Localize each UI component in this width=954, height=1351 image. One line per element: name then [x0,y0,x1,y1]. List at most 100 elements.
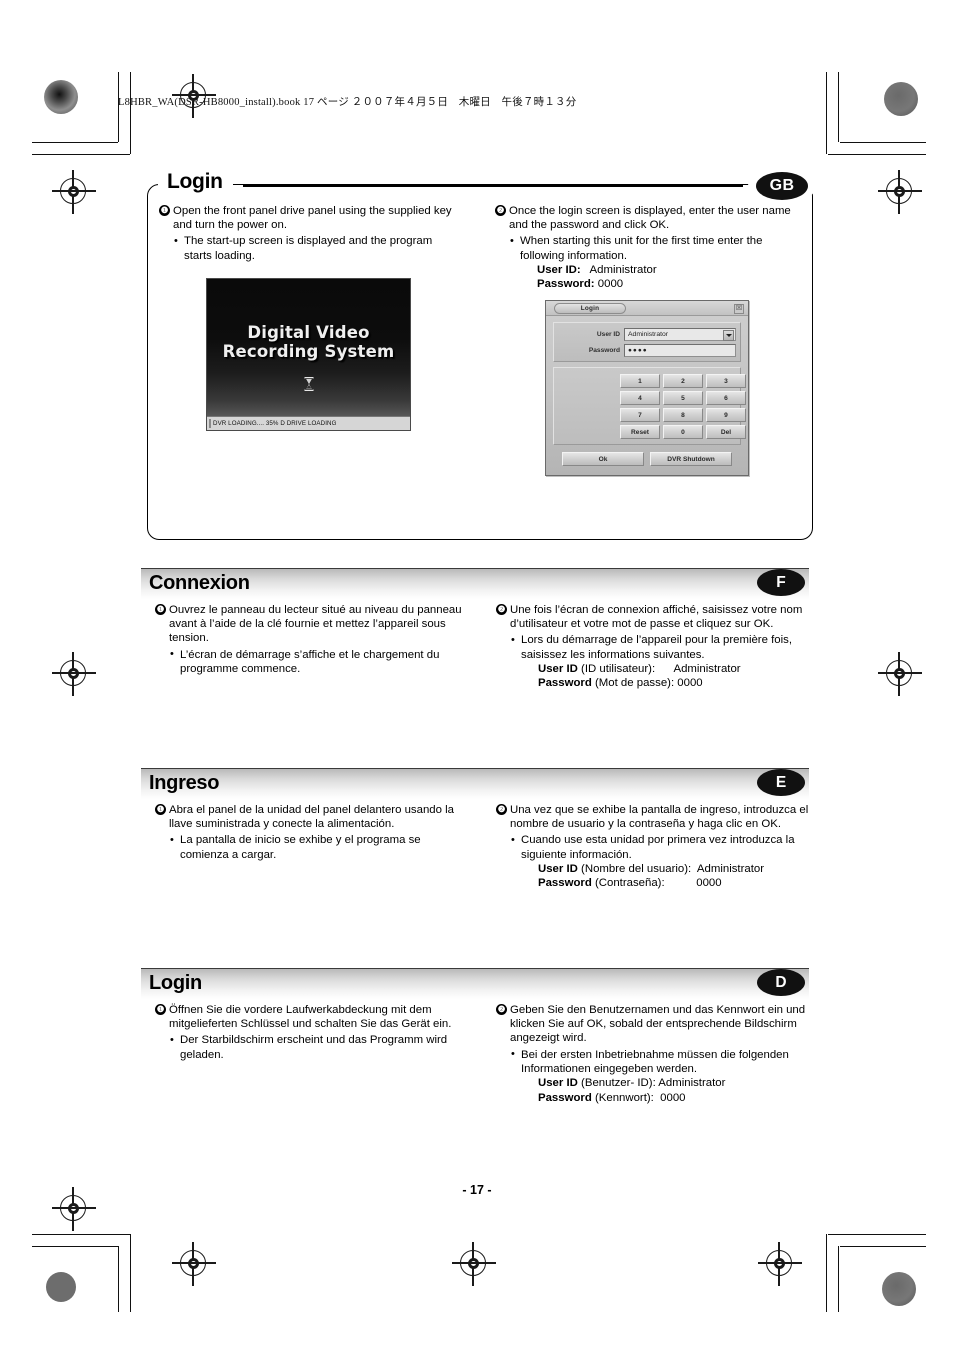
e-step-1-bullet: La pantalla de inicio se exhibe y el pro… [169,833,465,861]
crop-mark [828,1234,926,1236]
gb-column-left: ❶ Open the front panel drive panel using… [159,204,461,263]
section-f-header: Connexion F [141,568,809,599]
manual-page: L8HBR_WA(DSR-HB8000_install).book 17 ページ… [0,0,954,1351]
crop-mark [840,1246,926,1248]
close-icon[interactable]: ☒ [734,303,744,314]
section-d-badge: D [757,969,805,996]
f-step-1-bullet: L’écran de démarrage s’affiche et le cha… [169,647,465,676]
credential-value: Administrator [580,263,657,276]
crop-mark [130,1234,132,1312]
e-credential-userid: User ID (Nombre del usuario): Administra… [538,862,811,877]
crop-mark [828,154,926,156]
step-number: ❶ [155,803,166,815]
crop-mark [838,1246,840,1312]
keypad-key[interactable]: 0 [663,425,703,439]
f-credential-userid: User ID (ID utilisateur): Administrator [538,662,811,677]
print-color-dot-top-right [884,82,918,116]
f-step-2-bullet: Lors du démarrage de l’appareil pour la … [510,633,811,661]
keypad-reset-key[interactable]: Reset [620,425,660,439]
d-credential-userid: User ID (Benutzer- ID): Administrator [538,1076,811,1091]
keypad-key[interactable]: 2 [663,374,703,388]
f-credential-password: Password (Mot de passe): 0000 [538,676,811,691]
crop-mark [32,142,118,144]
keypad-key[interactable]: 6 [706,391,746,405]
credential-value: (Nombre del usuario): Administrator [577,862,765,875]
keypad-key[interactable]: 9 [706,408,746,422]
e-column-left: ❶ Abra el panel de la unidad del panel d… [155,803,465,862]
credential-key: User ID [538,662,578,675]
step-number: ❶ [155,1003,166,1015]
credential-key: Password: [537,278,595,291]
keypad-key[interactable]: 8 [663,408,703,422]
credential-value: (Contraseña): 0000 [591,877,722,890]
section-f-title: Connexion [149,572,250,594]
keypad-key[interactable]: 5 [663,391,703,405]
step-text: Geben Sie den Benutzernamen und das Kenn… [510,1004,806,1045]
crop-mark [32,1234,130,1236]
step-number: ❶ [159,204,170,216]
dialog-title: Login [554,303,626,314]
step-text: Une fois l’écran de connexion affiché, s… [510,604,803,631]
e-step-1: ❶ Abra el panel de la unidad del panel d… [155,803,465,831]
step-number: ❶ [155,603,166,615]
password-label: Password [588,347,620,354]
section-d-header: Login D [141,968,809,999]
splash-title-line1: Digital Video [247,323,370,342]
step-text: Una vez que se exhibe la pantalla de ing… [510,804,809,831]
gb-credential-password: Password: 0000 [537,277,800,292]
keypad-key[interactable]: 7 [620,408,660,422]
chevron-down-icon[interactable] [723,330,734,341]
step-number: ❷ [496,1003,507,1015]
login-dialog-screenshot: Login ☒ User ID Administrator Password ●… [545,300,749,476]
gb-step-2: ❷ Once the login screen is displayed, en… [495,204,800,232]
ok-button[interactable]: Ok [562,452,644,466]
splash-status-bar: DVR LOADING.... 35% D DRIVE LOADING [207,416,410,430]
print-color-dot-bottom-right [882,1272,916,1306]
registration-target [52,170,96,214]
crop-mark [826,72,828,154]
section-f-badge: F [757,569,805,596]
credential-value: (ID utilisateur): Administrator [577,662,741,675]
f-column-left: ❶ Ouvrez le panneau du lecteur situé au … [155,603,465,676]
splash-title: Digital Video Recording System [207,323,410,361]
password-input[interactable]: ●●●● [624,344,736,357]
step-number: ❷ [496,603,507,615]
dialog-footer: Ok DVR Shutdown [553,449,741,469]
section-gb-badge: GB [756,172,808,200]
registration-target [878,170,922,214]
status-bar-tick [209,419,211,428]
step-text: Once the login screen is displayed, ente… [509,205,791,232]
step-text: Ouvrez le panneau du lecteur situé au ni… [169,604,462,645]
registration-target [878,652,922,696]
d-step-1: ❶ Öffnen Sie die vordere Laufwerkabdecku… [155,1003,467,1031]
gb-column-right: ❷ Once the login screen is displayed, en… [495,204,800,292]
keypad-key[interactable]: 4 [620,391,660,405]
crop-mark [130,72,132,154]
keypad-key[interactable]: 1 [620,374,660,388]
crop-mark [32,1246,118,1248]
dvr-shutdown-button[interactable]: DVR Shutdown [650,452,732,466]
section-e-header: Ingreso E [141,768,809,799]
password-row: Password ●●●● [554,344,736,357]
registration-target [52,652,96,696]
user-id-select[interactable]: Administrator [624,328,736,341]
dialog-titlebar: Login ☒ [546,301,748,316]
user-id-label: User ID [596,331,620,338]
f-step-1: ❶ Ouvrez le panneau du lecteur situé au … [155,603,465,646]
running-header: L8HBR_WA(DSR-HB8000_install).book 17 ページ… [118,97,577,108]
step-text: Abra el panel de la unidad del panel del… [169,804,454,831]
user-id-row: User ID Administrator [554,328,736,341]
e-column-right: ❷ Una vez que se exhibe la pantalla de i… [496,803,811,891]
password-value: ●●●● [628,347,648,354]
credential-key: Password [538,677,592,690]
print-color-dot-bottom-left [46,1272,76,1302]
d-step-2: ❷ Geben Sie den Benutzernamen und das Ke… [496,1003,811,1046]
crop-mark [840,142,926,144]
e-step-2-bullet: Cuando use esta unidad por primera vez i… [510,833,811,861]
d-column-left: ❶ Öffnen Sie die vordere Laufwerkabdecku… [155,1003,467,1062]
registration-target [172,1242,216,1286]
credential-value: 0000 [594,278,624,291]
keypad-del-key[interactable]: Del [706,425,746,439]
keypad-key[interactable]: 3 [706,374,746,388]
credential-value: (Benutzer- ID): Administrator [577,1077,726,1090]
